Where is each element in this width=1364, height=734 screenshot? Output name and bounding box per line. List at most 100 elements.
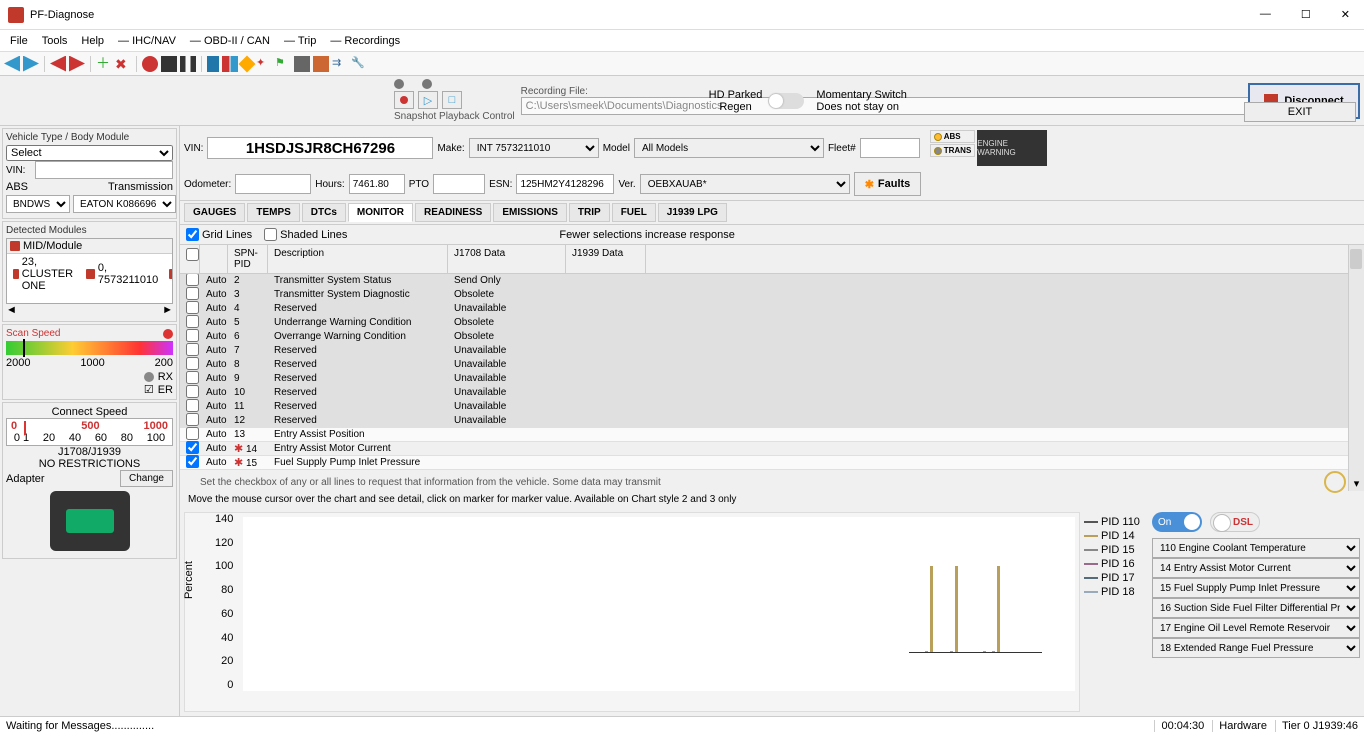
scroll-left-icon[interactable]: ◄ (6, 304, 17, 316)
tab-readiness[interactable]: READINESS (415, 203, 491, 222)
close-button[interactable]: ✕ (1335, 6, 1356, 23)
menu-recordings[interactable]: — Recordings (324, 33, 406, 49)
rec-play-button[interactable]: ▷ (418, 91, 438, 109)
row-checkbox[interactable] (186, 287, 199, 300)
rec-record-button[interactable] (394, 91, 414, 109)
table-row[interactable]: Auto 11 Reserved Unavailable (180, 400, 1348, 414)
module-list[interactable]: MID/Module 23, CLUSTER ONE0, 75732110103… (6, 238, 173, 304)
toolbar-star-icon[interactable]: ✦ (256, 56, 272, 72)
table-row[interactable]: Auto 8 Reserved Unavailable (180, 358, 1348, 372)
toolbar-wrench-icon[interactable]: 🔧 (351, 56, 367, 72)
menu-trip[interactable]: — Trip (278, 33, 322, 49)
model-select[interactable]: All Models (634, 138, 824, 158)
row-checkbox[interactable] (186, 343, 199, 356)
faults-button[interactable]: ✱Faults (854, 172, 922, 196)
tab-dtcs[interactable]: DTCs (302, 203, 346, 222)
toolbar-dual-icon[interactable] (222, 56, 238, 72)
pid-select-0[interactable]: 110 Engine Coolant Temperature (1152, 538, 1360, 558)
row-checkbox[interactable] (186, 385, 199, 398)
vt-vin-input[interactable] (35, 161, 173, 179)
scroll-down-icon[interactable]: ▾ (1349, 475, 1364, 491)
table-row[interactable]: Auto 10 Reserved Unavailable (180, 386, 1348, 400)
tab-temps[interactable]: TEMPS (247, 203, 299, 222)
toolbar-back-icon[interactable] (4, 56, 20, 72)
tab-trip[interactable]: TRIP (569, 203, 610, 222)
table-row[interactable]: Auto ✱ 15 Fuel Supply Pump Inlet Pressur… (180, 456, 1348, 470)
minimize-button[interactable]: — (1254, 6, 1277, 23)
table-row[interactable]: Auto ✱ 14 Entry Assist Motor Current (180, 442, 1348, 456)
hours-input[interactable] (349, 174, 405, 194)
toolbar-stop-icon[interactable] (161, 56, 177, 72)
row-checkbox[interactable] (186, 357, 199, 370)
module-item[interactable]: 0, 7573211010 (83, 261, 162, 287)
toolbar-red-forward-icon[interactable] (69, 56, 85, 72)
toolbar-sm2-icon[interactable] (313, 56, 329, 72)
menu-help[interactable]: Help (75, 33, 110, 49)
tab-monitor[interactable]: MONITOR (348, 203, 413, 222)
row-checkbox[interactable] (186, 441, 199, 454)
fleet-input[interactable] (860, 138, 920, 158)
grid-lines-checkbox[interactable]: Grid Lines (186, 228, 252, 241)
row-checkbox[interactable] (186, 455, 199, 468)
shaded-lines-checkbox[interactable]: Shaded Lines (264, 228, 347, 241)
table-row[interactable]: Auto 13 Entry Assist Position (180, 428, 1348, 442)
scroll-right-icon[interactable]: ► (162, 304, 173, 316)
rec-stop-button[interactable]: □ (442, 91, 462, 109)
odometer-input[interactable] (235, 174, 311, 194)
row-checkbox[interactable] (186, 427, 199, 440)
esn-input[interactable] (516, 174, 614, 194)
table-row[interactable]: Auto 9 Reserved Unavailable (180, 372, 1348, 386)
table-row[interactable]: Auto 12 Reserved Unavailable (180, 414, 1348, 428)
row-checkbox[interactable] (186, 329, 199, 342)
toolbar-x-icon[interactable]: ✖ (115, 56, 131, 72)
toolbar-plus-icon[interactable]: ＋ (96, 56, 112, 72)
vehicle-type-select[interactable]: Select (6, 145, 173, 161)
module-item[interactable]: 23, CLUSTER ONE (10, 255, 80, 293)
table-row[interactable]: Auto 6 Overrange Warning Condition Obsol… (180, 330, 1348, 344)
row-checkbox[interactable] (186, 315, 199, 328)
table-row[interactable]: Auto 3 Transmitter System Diagnostic Obs… (180, 288, 1348, 302)
select-all-checkbox[interactable] (186, 248, 199, 261)
pid-select-5[interactable]: 18 Extended Range Fuel Pressure (1152, 638, 1360, 658)
chart-canvas[interactable]: Percent 140120100806040200 (184, 512, 1080, 712)
menu-ihcnav[interactable]: — IHC/NAV (112, 33, 182, 49)
menu-obdiican[interactable]: — OBD-II / CAN (184, 33, 276, 49)
table-row[interactable]: Auto 5 Underrange Warning Condition Obso… (180, 316, 1348, 330)
ver-select[interactable]: OEBXAUAB* (640, 174, 850, 194)
toolbar-flag-icon[interactable]: ⚑ (275, 56, 291, 72)
vin-input[interactable] (207, 137, 433, 159)
row-checkbox[interactable] (186, 413, 199, 426)
menu-tools[interactable]: Tools (36, 33, 74, 49)
chart-on-toggle[interactable]: On (1152, 512, 1202, 532)
abs-select[interactable]: BNDWS (6, 195, 70, 213)
pto-input[interactable] (433, 174, 485, 194)
pid-select-1[interactable]: 14 Entry Assist Motor Current (1152, 558, 1360, 578)
toolbar-red-back-icon[interactable] (50, 56, 66, 72)
toolbar-sm1-icon[interactable] (294, 56, 310, 72)
pid-select-3[interactable]: 16 Suction Side Fuel Filter Differential… (1152, 598, 1360, 618)
toolbar-bar-icon[interactable] (207, 56, 219, 72)
maximize-button[interactable]: ☐ (1295, 6, 1317, 23)
trans-select[interactable]: EATON K086696 (73, 195, 176, 213)
pid-select-4[interactable]: 17 Engine Oil Level Remote Reservoir (1152, 618, 1360, 638)
exit-button[interactable]: EXIT (1244, 102, 1356, 122)
row-checkbox[interactable] (186, 301, 199, 314)
row-checkbox[interactable] (186, 274, 199, 286)
toolbar-record-icon[interactable] (142, 56, 158, 72)
chart-dsl-toggle[interactable]: DSL (1210, 512, 1260, 532)
table-row[interactable]: Auto 4 Reserved Unavailable (180, 302, 1348, 316)
table-row[interactable]: Auto 2 Transmitter System Status Send On… (180, 274, 1348, 288)
make-select[interactable]: INT 7573211010 (469, 138, 599, 158)
pid-select-2[interactable]: 15 Fuel Supply Pump Inlet Pressure (1152, 578, 1360, 598)
row-checkbox[interactable] (186, 371, 199, 384)
vertical-scrollbar[interactable]: ▾ (1348, 245, 1364, 491)
tab-emissions[interactable]: EMISSIONS (493, 203, 567, 222)
tab-j1939lpg[interactable]: J1939 LPG (658, 203, 727, 222)
toolbar-forward-icon[interactable] (23, 56, 39, 72)
hd-parked-toggle[interactable] (768, 93, 804, 109)
row-checkbox[interactable] (186, 399, 199, 412)
tab-gauges[interactable]: GAUGES (184, 203, 245, 222)
change-adapter-button[interactable]: Change (120, 470, 173, 487)
toolbar-diamond-icon[interactable] (239, 55, 256, 72)
menu-file[interactable]: File (4, 33, 34, 49)
